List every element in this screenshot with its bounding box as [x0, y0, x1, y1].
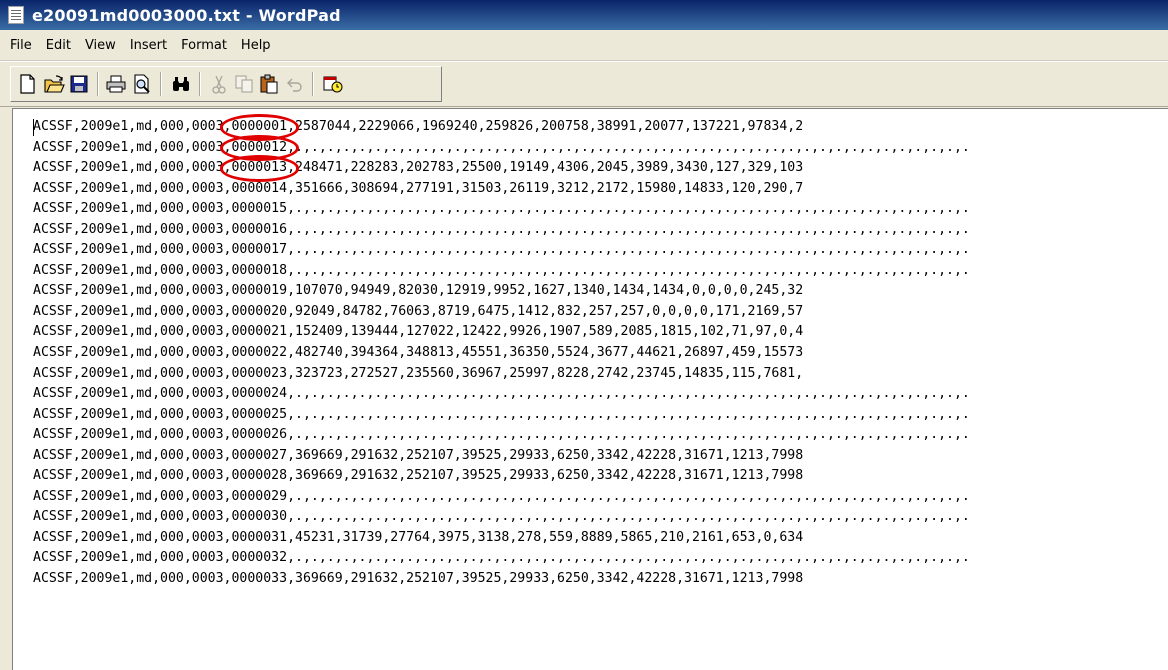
print-button[interactable]: [103, 71, 129, 97]
date-time-button[interactable]: [320, 71, 346, 97]
print-preview-button[interactable]: [129, 71, 155, 97]
text-line: ACSSF,2009e1,md,000,0003,0000015,.,.,.,.…: [33, 201, 970, 217]
text-line: ACSSF,2009e1,md,000,0003,0000027,369669,…: [33, 447, 804, 463]
text-line: ACSSF,2009e1,md,000,0003,0000029,.,.,.,.…: [33, 488, 970, 504]
document-editor[interactable]: ACSSF,2009e1,md,000,0003,0000001,2587044…: [12, 108, 1168, 670]
title-bar: e20091md0003000.txt - WordPad: [0, 0, 1168, 30]
date-time-icon: [323, 76, 343, 93]
document-icon: [8, 6, 24, 24]
menu-insert[interactable]: Insert: [123, 38, 174, 53]
menu-edit[interactable]: Edit: [39, 38, 78, 53]
toolbar-separator: [97, 72, 99, 96]
undo-button[interactable]: [281, 71, 307, 97]
toolbar-separator: [199, 72, 201, 96]
text-line: ACSSF,2009e1,md,000,0003,0000026,.,.,.,.…: [33, 427, 970, 443]
text-caret: [33, 119, 34, 136]
toolbar: [0, 61, 1168, 107]
cut-icon: [212, 75, 226, 94]
open-button[interactable]: [41, 71, 67, 97]
cut-button[interactable]: [206, 71, 232, 97]
text-line: ACSSF,2009e1,md,000,0003,0000001,2587044…: [33, 119, 804, 134]
text-line: ACSSF,2009e1,md,000,0003,0000019,107070,…: [33, 283, 804, 299]
text-line: ACSSF,2009e1,md,000,0003,0000013,248471,…: [33, 160, 804, 176]
new-icon: [20, 74, 35, 94]
text-line: ACSSF,2009e1,md,000,0003,0000018,.,.,.,.…: [33, 262, 970, 278]
print-preview-icon: [134, 74, 150, 94]
text-line: ACSSF,2009e1,md,000,0003,0000022,482740,…: [33, 345, 804, 361]
undo-icon: [287, 78, 302, 92]
save-icon: [70, 75, 88, 93]
paste-button[interactable]: [256, 71, 282, 97]
window-title: e20091md0003000.txt - WordPad: [32, 5, 341, 25]
menu-help[interactable]: Help: [234, 38, 278, 53]
text-line: ACSSF,2009e1,md,000,0003,0000030,.,.,.,.…: [33, 509, 970, 525]
text-line: ACSSF,2009e1,md,000,0003,0000014,351666,…: [33, 180, 804, 196]
open-icon: [44, 75, 65, 93]
find-icon: [173, 77, 189, 91]
toolbar-separator: [160, 72, 162, 96]
document-text: ACSSF,2009e1,md,000,0003,0000001,2587044…: [33, 117, 970, 590]
text-line: ACSSF,2009e1,md,000,0003,0000032,.,.,.,.…: [33, 550, 970, 566]
text-line: ACSSF,2009e1,md,000,0003,0000033,369669,…: [33, 571, 804, 587]
menu-format[interactable]: Format: [174, 38, 234, 53]
menu-bar: File Edit View Insert Format Help: [0, 30, 1168, 61]
text-line: ACSSF,2009e1,md,000,0003,0000016,.,.,.,.…: [33, 221, 970, 237]
copy-icon: [235, 75, 253, 93]
print-icon: [106, 75, 126, 93]
find-button[interactable]: [168, 71, 194, 97]
text-line: ACSSF,2009e1,md,000,0003,0000031,45231,3…: [33, 529, 804, 545]
copy-button[interactable]: [231, 71, 257, 97]
save-button[interactable]: [66, 71, 92, 97]
text-line: ACSSF,2009e1,md,000,0003,0000025,.,.,.,.…: [33, 406, 970, 422]
text-line: ACSSF,2009e1,md,000,0003,0000020,92049,8…: [33, 303, 804, 319]
menu-view[interactable]: View: [78, 38, 123, 53]
text-line: ACSSF,2009e1,md,000,0003,0000023,323723,…: [33, 365, 804, 381]
menu-file[interactable]: File: [0, 38, 39, 53]
text-line: ACSSF,2009e1,md,000,0003,0000017,.,.,.,.…: [33, 242, 970, 258]
text-line: ACSSF,2009e1,md,000,0003,0000024,.,.,.,.…: [33, 386, 970, 402]
new-button[interactable]: [14, 71, 40, 97]
paste-icon: [260, 74, 278, 94]
text-line: ACSSF,2009e1,md,000,0003,0000028,369669,…: [33, 468, 804, 484]
text-line: ACSSF,2009e1,md,000,0003,0000012,.,.,.,.…: [33, 139, 970, 155]
toolbar-separator: [312, 72, 314, 96]
text-line: ACSSF,2009e1,md,000,0003,0000021,152409,…: [33, 324, 804, 340]
